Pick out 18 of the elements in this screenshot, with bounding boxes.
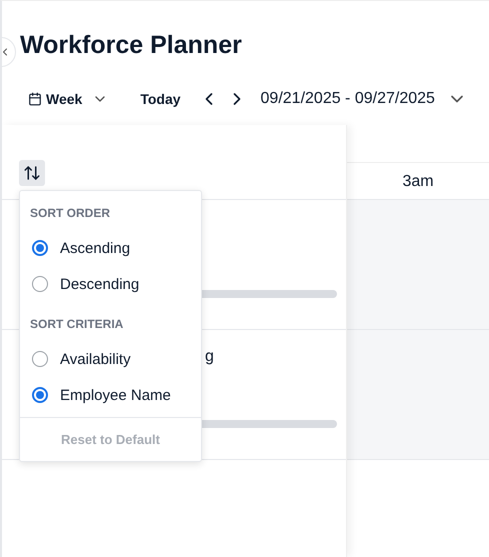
date-range-dropdown[interactable]: 09/21/2025 - 09/27/2025 <box>260 89 467 109</box>
radio-button[interactable] <box>32 240 48 256</box>
sort-icon <box>23 164 41 182</box>
employee-name: g <box>205 348 214 367</box>
radio-button[interactable] <box>32 351 48 367</box>
page-title: Workforce Planner <box>20 31 242 61</box>
calendar-icon <box>28 92 42 106</box>
option-label[interactable]: Descending <box>60 276 140 292</box>
radio-button[interactable] <box>32 276 48 292</box>
section-heading: SORT CRITERIA <box>29 316 124 333</box>
option-label[interactable]: Employee Name <box>60 386 171 404</box>
section-heading: SORT ORDER <box>29 205 112 222</box>
sort-button[interactable] <box>19 160 45 186</box>
option-label[interactable]: Ascending <box>60 240 130 256</box>
today-button[interactable]: Today <box>140 91 181 107</box>
option-label[interactable]: Availability <box>60 350 131 368</box>
view-dropdown[interactable]: Week <box>28 91 108 107</box>
radio-button[interactable] <box>32 387 48 403</box>
